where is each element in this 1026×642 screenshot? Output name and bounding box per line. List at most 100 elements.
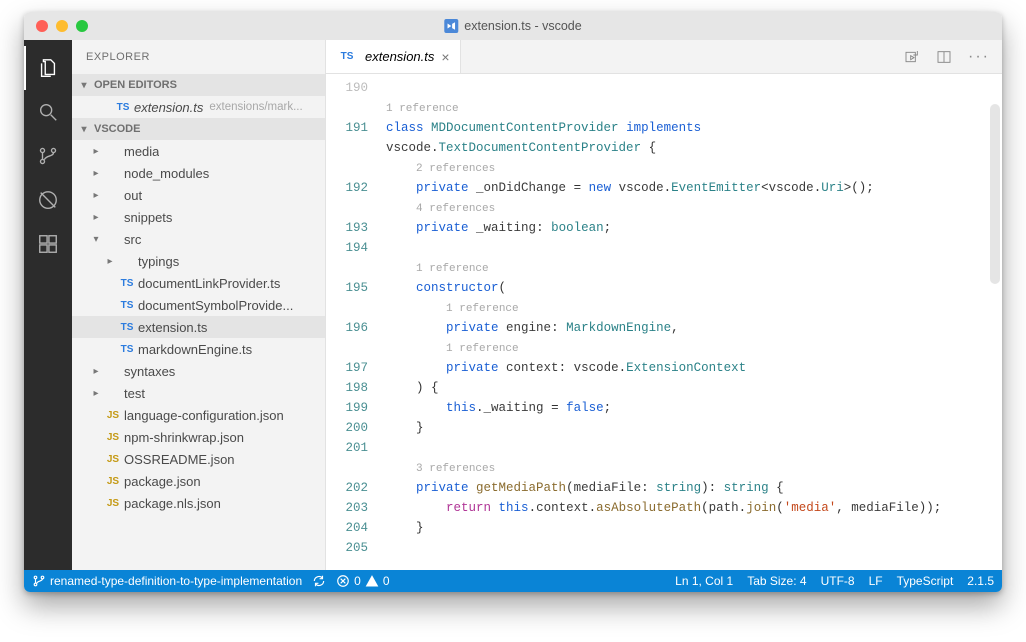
item-label: typings	[138, 254, 179, 269]
ts-file-icon: TS	[116, 278, 138, 289]
chevron-icon	[104, 256, 116, 267]
section-open-editors[interactable]: OPEN EDITORS	[72, 74, 325, 96]
code-editor[interactable]: 1901911921931941951961971981992002012022…	[326, 74, 1002, 570]
explorer-item[interactable]: JSnpm-shrinkwrap.json	[72, 426, 325, 448]
ts-file-icon: TS	[116, 300, 138, 311]
files-icon	[37, 57, 59, 79]
explorer-item[interactable]: JSpackage.json	[72, 470, 325, 492]
explorer-item[interactable]: node_modules	[72, 162, 325, 184]
chevron-icon	[90, 168, 102, 179]
branch-icon	[32, 574, 46, 588]
item-label: package.nls.json	[124, 496, 221, 511]
chevron-icon	[90, 190, 102, 201]
status-eol[interactable]: LF	[869, 574, 883, 588]
item-label: documentLinkProvider.ts	[138, 276, 280, 291]
titlebar[interactable]: extension.ts - vscode	[24, 12, 1002, 40]
item-detail: extensions/mark...	[209, 101, 302, 113]
close-window-button[interactable]	[36, 20, 48, 32]
js-file-icon: JS	[102, 432, 124, 443]
code-content[interactable]: 1 referenceclass MDDocumentContentProvid…	[386, 74, 1002, 570]
window-title: extension.ts - vscode	[444, 19, 581, 33]
item-label: extension.ts	[138, 320, 207, 335]
item-label: package.json	[124, 474, 201, 489]
status-language[interactable]: TypeScript	[897, 574, 954, 588]
item-label: markdownEngine.ts	[138, 342, 252, 357]
explorer-item[interactable]: JSlanguage-configuration.json	[72, 404, 325, 426]
activity-debug[interactable]	[24, 178, 72, 222]
vscode-icon	[444, 19, 458, 33]
activity-scm[interactable]	[24, 134, 72, 178]
status-branch[interactable]: renamed-type-definition-to-type-implemen…	[32, 574, 302, 588]
explorer-item[interactable]: media	[72, 140, 325, 162]
explorer-item[interactable]: TSextension.tsextensions/mark...	[72, 96, 325, 118]
item-label: test	[124, 386, 145, 401]
item-label: snippets	[124, 210, 172, 225]
ts-file-icon: TS	[116, 344, 138, 355]
more-actions-icon[interactable]: ···	[968, 48, 990, 66]
editor-tab-extension[interactable]: TS extension.ts ×	[326, 40, 461, 73]
explorer-item[interactable]: snippets	[72, 206, 325, 228]
status-bar: renamed-type-definition-to-type-implemen…	[24, 570, 1002, 592]
js-file-icon: JS	[102, 454, 124, 465]
ts-file-icon: TS	[112, 102, 134, 113]
item-label: language-configuration.json	[124, 408, 284, 423]
sidebar-title: EXPLORER	[72, 40, 325, 74]
js-file-icon: JS	[102, 476, 124, 487]
maximize-window-button[interactable]	[76, 20, 88, 32]
js-file-icon: JS	[102, 498, 124, 509]
minimize-window-button[interactable]	[56, 20, 68, 32]
section-workspace[interactable]: VSCODE	[72, 118, 325, 140]
warning-icon	[365, 574, 379, 588]
explorer-item[interactable]: JSOSSREADME.json	[72, 448, 325, 470]
line-number-gutter: 1901911921931941951961971981992002012022…	[326, 74, 386, 570]
activity-search[interactable]	[24, 90, 72, 134]
explorer-item[interactable]: TSmarkdownEngine.ts	[72, 338, 325, 360]
item-label: out	[124, 188, 142, 203]
chevron-icon	[90, 366, 102, 377]
window-controls	[24, 20, 88, 32]
vscode-window: extension.ts - vscode EXPLORER OPEN EDIT…	[24, 12, 1002, 592]
ts-file-icon: TS	[336, 51, 358, 62]
item-label: node_modules	[124, 166, 209, 181]
status-encoding[interactable]: UTF-8	[821, 574, 855, 588]
activity-extensions[interactable]	[24, 222, 72, 266]
chevron-icon	[90, 212, 102, 223]
tab-close-icon[interactable]: ×	[441, 49, 449, 65]
status-version[interactable]: 2.1.5	[967, 574, 994, 588]
sync-icon	[312, 574, 326, 588]
item-label: OSSREADME.json	[124, 452, 235, 467]
explorer-item[interactable]: test	[72, 382, 325, 404]
explorer-item[interactable]: src	[72, 228, 325, 250]
editor-actions: ···	[892, 40, 1002, 73]
goto-icon[interactable]	[904, 49, 920, 65]
search-icon	[37, 101, 59, 123]
vertical-scrollbar[interactable]	[990, 104, 1000, 284]
explorer-item[interactable]: out	[72, 184, 325, 206]
chevron-icon	[90, 388, 102, 399]
sidebar-explorer: EXPLORER OPEN EDITORS TSextension.tsexte…	[72, 40, 326, 570]
item-label: npm-shrinkwrap.json	[124, 430, 244, 445]
activity-explorer[interactable]	[24, 46, 72, 90]
extensions-icon	[37, 233, 59, 255]
explorer-item[interactable]: JSpackage.nls.json	[72, 492, 325, 514]
status-sync[interactable]	[312, 574, 326, 588]
explorer-item[interactable]: TSextension.ts	[72, 316, 325, 338]
item-label: src	[124, 232, 141, 247]
status-problems[interactable]: 0 0	[336, 574, 389, 588]
git-branch-icon	[37, 145, 59, 167]
explorer-item[interactable]: TSdocumentSymbolProvide...	[72, 294, 325, 316]
item-label: media	[124, 144, 159, 159]
explorer-item[interactable]: syntaxes	[72, 360, 325, 382]
item-label: syntaxes	[124, 364, 175, 379]
explorer-item[interactable]: TSdocumentLinkProvider.ts	[72, 272, 325, 294]
window-title-text: extension.ts - vscode	[464, 19, 581, 33]
js-file-icon: JS	[102, 410, 124, 421]
chevron-icon	[90, 146, 102, 157]
tab-filename: extension.ts	[365, 49, 434, 64]
activity-bar	[24, 40, 72, 570]
status-tab-size[interactable]: Tab Size: 4	[747, 574, 806, 588]
editor-group: TS extension.ts × ··· 190191192193194195…	[326, 40, 1002, 570]
status-cursor-position[interactable]: Ln 1, Col 1	[675, 574, 733, 588]
split-editor-icon[interactable]	[936, 49, 952, 65]
explorer-item[interactable]: typings	[72, 250, 325, 272]
